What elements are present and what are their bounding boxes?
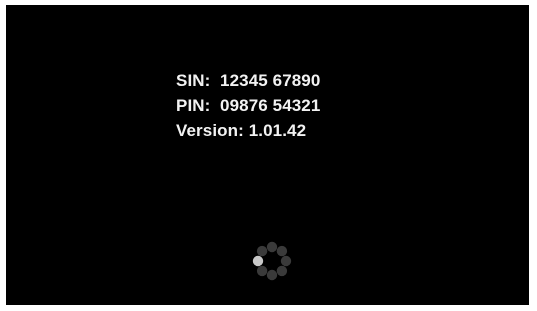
spinner-dot [252, 255, 264, 267]
spinner-dot [280, 255, 292, 267]
pin-text: PIN: 09876 54321 [176, 96, 321, 115]
device-info-block: SIN: 12345 67890 PIN: 09876 54321 Versio… [176, 68, 436, 143]
sin-text: SIN: 12345 67890 [176, 71, 321, 90]
spinner-dot [276, 265, 288, 277]
version-text: Version: 1.01.42 [176, 121, 307, 140]
loading-spinner-icon [252, 241, 292, 281]
spinner-dot [256, 265, 268, 277]
spinner-dot [256, 245, 268, 257]
spinner-dot [276, 245, 288, 257]
spinner-dot [266, 241, 278, 253]
spinner-dot [266, 269, 278, 281]
boot-screen: SIN: 12345 67890 PIN: 09876 54321 Versio… [6, 5, 529, 305]
